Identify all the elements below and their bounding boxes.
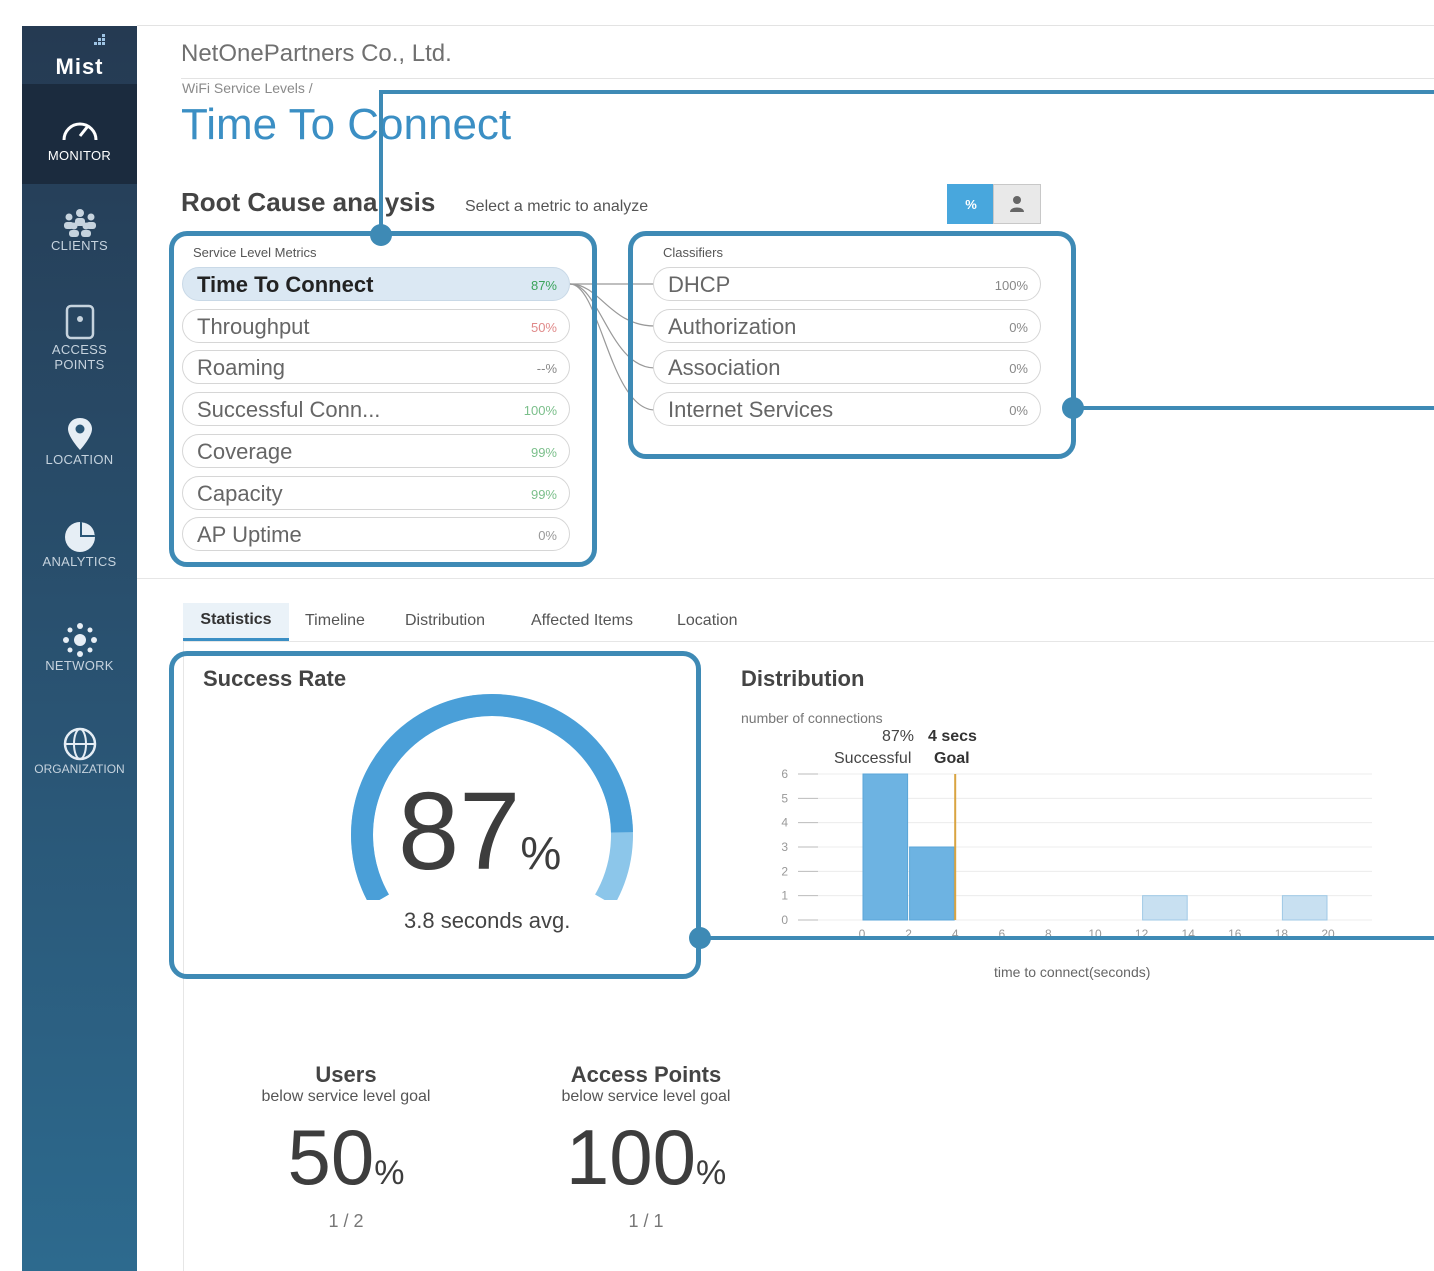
access-points-title: Access Points bbox=[570, 1062, 722, 1087]
annotation-dot-classifiers bbox=[1062, 397, 1084, 419]
nav-organization[interactable]: ORGANIZATION bbox=[22, 726, 137, 786]
nav-access-label-1: ACCESS bbox=[51, 342, 108, 357]
distribution-title: Distribution bbox=[741, 666, 865, 691]
users-stat: Users below service level goal 50% 1 / 2 bbox=[236, 1062, 456, 1232]
tab-distribution[interactable]: Distribution bbox=[405, 612, 485, 630]
nav-clients-label: CLIENTS bbox=[50, 238, 108, 253]
distribution-bar bbox=[909, 846, 955, 921]
percent-toggle-label: % bbox=[965, 196, 977, 212]
y-tick-label: 4 bbox=[781, 816, 788, 830]
top-divider bbox=[137, 25, 1434, 26]
users-title: Users bbox=[315, 1062, 377, 1087]
logo-text: Mist bbox=[55, 54, 104, 79]
users-subtitle: below service level goal bbox=[261, 1088, 431, 1105]
percent-toggle-button[interactable]: % bbox=[947, 184, 995, 224]
access-points-fraction: 1 / 1 bbox=[628, 1211, 664, 1231]
tab-location[interactable]: Location bbox=[677, 612, 738, 630]
annotation-dot-metrics bbox=[370, 224, 392, 246]
annotation-line-top bbox=[379, 90, 1434, 94]
globe-icon bbox=[63, 727, 96, 761]
rca-subtitle: Select a metric to analyze bbox=[465, 198, 649, 215]
nav-analytics-label: ANALYTICS bbox=[42, 554, 117, 569]
users-value-wrap: 50% bbox=[236, 1112, 456, 1203]
distribution-bar bbox=[862, 773, 909, 921]
tab-statistics-label: Statistics bbox=[200, 611, 272, 628]
nav-monitor-label: MONITOR bbox=[47, 148, 112, 163]
annotation-line-v bbox=[379, 92, 383, 234]
nav-organization-label: ORGANIZATION bbox=[34, 762, 125, 776]
pie-chart-icon bbox=[64, 522, 95, 552]
users-fraction: 1 / 2 bbox=[328, 1211, 364, 1231]
company-name: NetOnePartners Co., Ltd. bbox=[181, 40, 452, 67]
nav-access-points[interactable]: ACCESS POINTS bbox=[22, 304, 137, 384]
access-points-stat: Access Points below service level goal 1… bbox=[536, 1062, 756, 1232]
section-divider bbox=[137, 578, 1434, 579]
header-divider bbox=[181, 78, 1434, 79]
y-tick-label: 6 bbox=[781, 767, 788, 781]
sidebar: Mist MONITOR CLIENTS ACCESS POINTS LOCAT… bbox=[22, 26, 137, 1271]
y-tick-label: 2 bbox=[781, 864, 788, 878]
breadcrumb[interactable]: WiFi Service Levels / bbox=[182, 80, 313, 96]
user-icon bbox=[1010, 196, 1024, 212]
annotation-line-success bbox=[700, 936, 1434, 940]
access-points-value-wrap: 100% bbox=[536, 1112, 756, 1203]
distribution-bar bbox=[1281, 895, 1328, 921]
distribution-bar bbox=[1142, 895, 1188, 921]
tabs-divider bbox=[183, 641, 1434, 642]
nav-network[interactable]: NETWORK bbox=[22, 622, 137, 682]
users-value: 50 bbox=[287, 1113, 375, 1201]
nav-location-label: LOCATION bbox=[45, 452, 114, 467]
annotation-line-classifiers bbox=[1074, 406, 1434, 410]
nav-clients[interactable]: CLIENTS bbox=[22, 206, 137, 276]
users-unit: % bbox=[374, 1154, 405, 1192]
goal-value: 4 secs bbox=[928, 728, 977, 745]
network-icon bbox=[62, 623, 97, 657]
access-points-subtitle: below service level goal bbox=[561, 1088, 731, 1105]
tab-statistics[interactable]: Statistics bbox=[183, 603, 289, 641]
user-toggle-button[interactable] bbox=[993, 184, 1041, 224]
map-pin-icon bbox=[67, 418, 92, 450]
annotation-dot-success bbox=[689, 927, 711, 949]
logo-dots-icon bbox=[94, 34, 105, 45]
nav-network-label: NETWORK bbox=[45, 658, 114, 673]
access-points-value: 100 bbox=[565, 1113, 696, 1201]
y-tick-label: 0 bbox=[781, 913, 788, 927]
annotation-metrics-box bbox=[169, 231, 597, 567]
access-points-unit: % bbox=[695, 1154, 727, 1192]
clients-icon bbox=[63, 209, 96, 237]
mist-logo[interactable]: Mist bbox=[22, 26, 137, 84]
successful-percent: 87% bbox=[882, 728, 915, 745]
distribution-xlabel: time to connect(seconds) bbox=[994, 964, 1151, 980]
tab-affected-items[interactable]: Affected Items bbox=[531, 612, 633, 630]
annotation-classifiers-box bbox=[628, 231, 1076, 459]
tab-timeline[interactable]: Timeline bbox=[305, 612, 365, 630]
rca-title: Root Cause analysis bbox=[181, 187, 436, 217]
annotation-success-box bbox=[169, 651, 701, 979]
page-title: Time To Connect bbox=[181, 100, 512, 149]
y-tick-label: 5 bbox=[781, 791, 788, 805]
nav-analytics[interactable]: ANALYTICS bbox=[22, 520, 137, 580]
speedometer-icon bbox=[62, 122, 97, 141]
distribution-ylabel: number of connections bbox=[741, 710, 883, 726]
y-tick-label: 1 bbox=[781, 889, 788, 903]
nav-location[interactable]: LOCATION bbox=[22, 416, 137, 476]
y-tick-label: 3 bbox=[781, 840, 788, 854]
nav-access-label-2: POINTS bbox=[54, 357, 105, 372]
distribution-chart: 01234560 2 4 6 8 10 12 14 16 18 20 bbox=[781, 767, 1372, 941]
access-point-icon bbox=[65, 304, 94, 340]
nav-monitor[interactable]: MONITOR bbox=[22, 84, 137, 184]
